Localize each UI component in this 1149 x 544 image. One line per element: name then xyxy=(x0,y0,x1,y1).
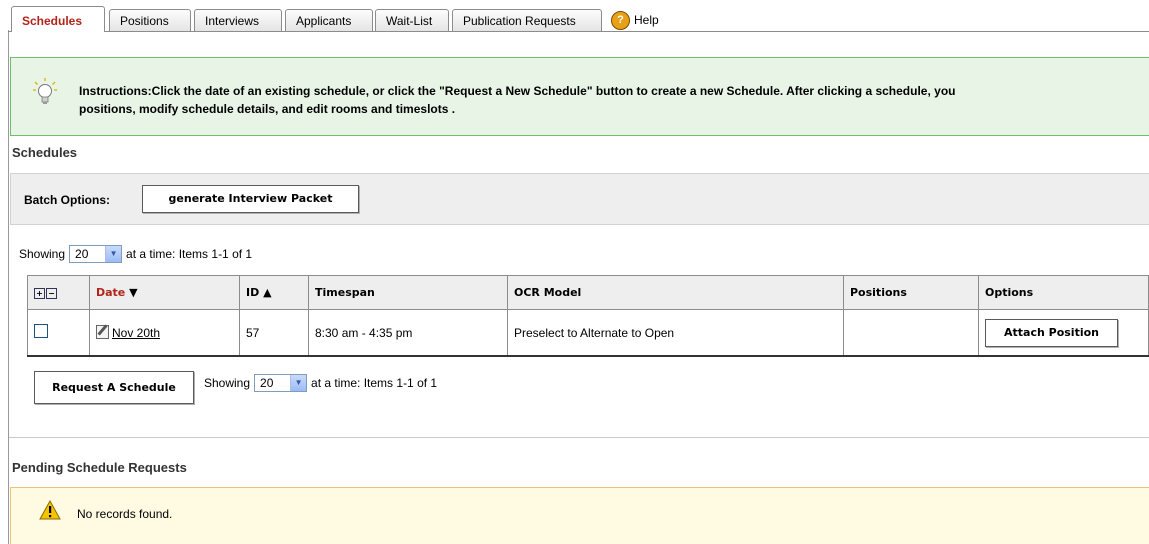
help-icon: ? xyxy=(611,10,630,30)
instructions-line-2: positions, modify schedule details, and … xyxy=(79,102,456,116)
paging-suffix: at a time: Items 1-1 of 1 xyxy=(126,247,253,261)
tab-baseline xyxy=(8,31,1149,32)
collapse-all-icon[interactable]: − xyxy=(46,288,57,299)
tab-schedules[interactable]: Schedules xyxy=(11,6,105,32)
edit-icon xyxy=(96,325,109,339)
schedules-section-title: Schedules xyxy=(12,145,78,160)
page-size-select-bottom[interactable]: 20 ▼ xyxy=(254,374,308,392)
expand-all-icon[interactable]: + xyxy=(34,288,45,299)
page-frame-left xyxy=(8,30,9,544)
column-options: Options xyxy=(978,275,1149,310)
options-cell: Attach Position xyxy=(978,309,1149,357)
column-date-label: Date xyxy=(96,286,126,299)
expand-collapse-header[interactable]: + − xyxy=(27,275,90,310)
chevron-down-icon: ▼ xyxy=(105,246,122,262)
sort-desc-icon: ▼ xyxy=(129,286,138,299)
warning-icon xyxy=(39,500,61,520)
page-size-value: 20 xyxy=(260,376,274,390)
table-header-row: + − Date ▼ ID ▲ Timespan OCR Model Positi… xyxy=(27,275,1149,310)
help-link[interactable]: ? Help xyxy=(611,9,659,31)
column-timespan[interactable]: Timespan xyxy=(308,275,508,310)
row-select-cell xyxy=(27,309,90,357)
page-size-value: 20 xyxy=(75,247,89,261)
lightbulb-icon xyxy=(33,78,57,104)
tab-applicants[interactable]: Applicants xyxy=(285,9,373,31)
pending-requests-box: No records found. xyxy=(10,487,1149,544)
tab-publication-requests[interactable]: Publication Requests xyxy=(452,9,602,31)
timespan-cell: 8:30 am - 4:35 pm xyxy=(308,309,508,357)
column-ocr-model[interactable]: OCR Model xyxy=(507,275,844,310)
date-cell: Nov 20th xyxy=(89,309,240,357)
page-size-select-top[interactable]: 20 ▼ xyxy=(69,245,123,263)
batch-options-bar: Batch Options: generate Interview Packet xyxy=(10,173,1149,225)
tab-positions[interactable]: Positions xyxy=(109,9,191,31)
paging-prefix: Showing xyxy=(19,247,66,261)
paging-top: Showing 20 ▼ at a time: Items 1-1 of 1 xyxy=(19,245,252,263)
no-records-message: No records found. xyxy=(77,507,173,521)
column-id[interactable]: ID ▲ xyxy=(239,275,309,310)
paging-bottom: Showing 20 ▼ at a time: Items 1-1 of 1 xyxy=(204,374,437,392)
tab-interviews[interactable]: Interviews xyxy=(194,9,282,31)
schedules-table: + − Date ▼ ID ▲ Timespan OCR Model Positi… xyxy=(27,275,1149,357)
schedule-date-link[interactable]: Nov 20th xyxy=(112,326,160,340)
paging-prefix: Showing xyxy=(204,376,251,390)
tab-wait-list[interactable]: Wait-List xyxy=(375,9,449,31)
chevron-down-icon: ▼ xyxy=(290,375,307,391)
column-positions[interactable]: Positions xyxy=(843,275,979,310)
help-label: Help xyxy=(634,13,659,27)
id-cell: 57 xyxy=(239,309,309,357)
column-date[interactable]: Date ▼ xyxy=(89,275,240,310)
column-id-label: ID xyxy=(246,286,260,299)
paging-suffix: at a time: Items 1-1 of 1 xyxy=(311,376,438,390)
section-divider xyxy=(9,437,1149,438)
attach-position-button[interactable]: Attach Position xyxy=(985,318,1118,347)
sort-asc-icon: ▲ xyxy=(263,286,272,299)
positions-cell xyxy=(843,309,979,357)
instructions-box: Instructions:Click the date of an existi… xyxy=(10,57,1149,136)
ocr-model-cell: Preselect to Alternate to Open xyxy=(507,309,844,357)
generate-interview-packet-button[interactable]: generate Interview Packet xyxy=(142,185,359,213)
tab-bar: Schedules Positions Interviews Applicant… xyxy=(8,6,1149,32)
instructions-text: Instructions:Click the date of an existi… xyxy=(79,82,1143,118)
pending-requests-title: Pending Schedule Requests xyxy=(12,460,187,475)
table-row: Nov 20th 57 8:30 am - 4:35 pm Preselect … xyxy=(27,309,1149,357)
request-schedule-button[interactable]: Request A Schedule xyxy=(34,371,194,404)
row-checkbox[interactable] xyxy=(34,324,48,338)
batch-options-label: Batch Options: xyxy=(24,193,110,207)
instructions-line-1: Instructions:Click the date of an existi… xyxy=(79,84,956,98)
